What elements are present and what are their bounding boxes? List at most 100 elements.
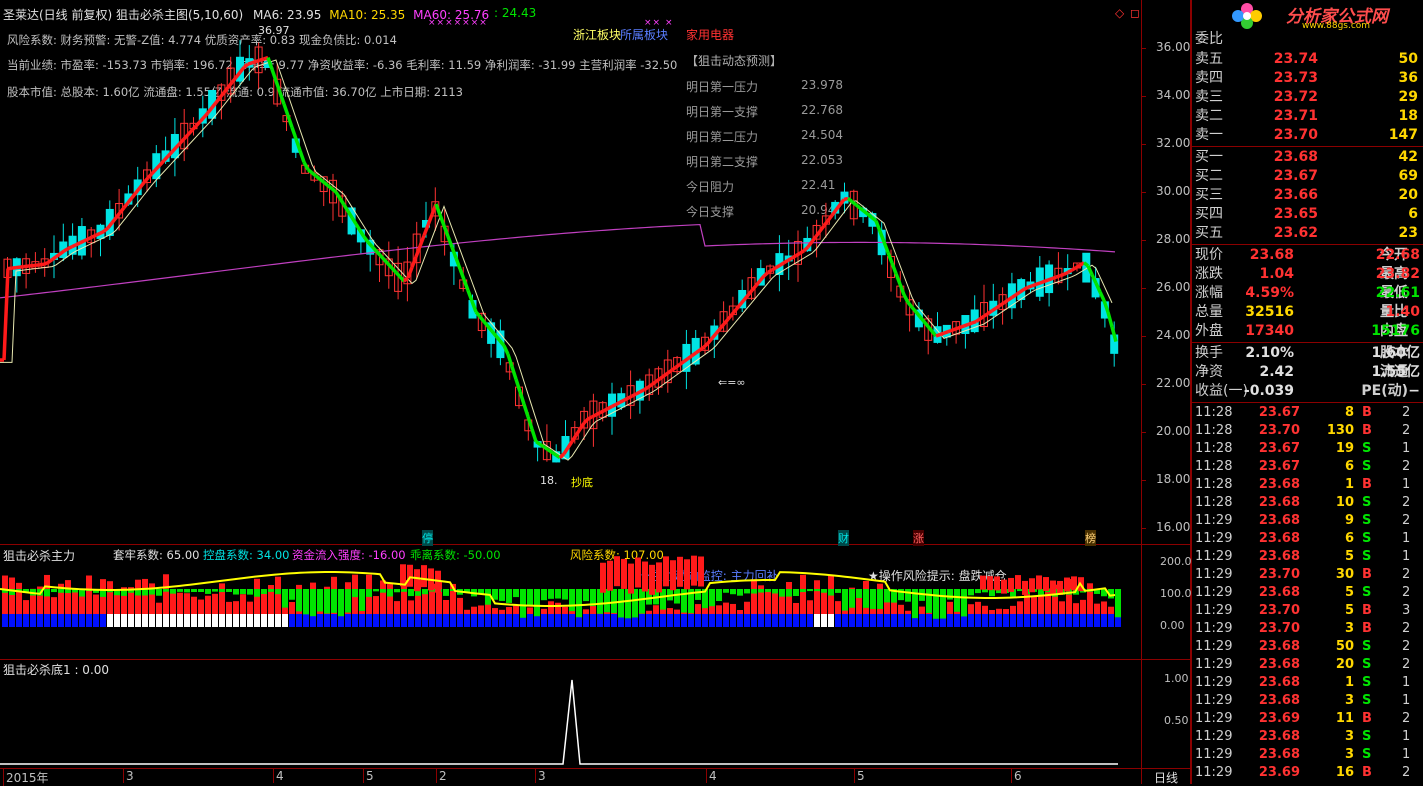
rank-tag[interactable]: 榜 [1085,530,1096,546]
tick-volume: 1 [1306,476,1354,494]
ask-row[interactable]: 卖四23.7336 [1192,69,1423,88]
tick-row[interactable]: 11:2923.6820S2 [1192,656,1423,674]
fundamental-value-2: − [1352,382,1420,401]
quote-row: 总量32516量比1.40 [1192,303,1423,322]
ma6-line-segment [436,204,440,215]
ma6-line-segment [736,305,740,310]
tick-row[interactable]: 11:2923.7030B2 [1192,566,1423,584]
tick-price: 23.69 [1242,764,1300,782]
histogram-green-bar [65,589,71,593]
histogram-red-bar [135,580,141,614]
finance-tag[interactable]: 财 [838,530,849,546]
histogram-red-bar [492,608,498,614]
ma6-line-segment [260,59,264,60]
tick-count: 2 [1402,458,1410,476]
bid-row[interactable]: 买二23.6769 [1192,167,1423,186]
tick-row[interactable]: 11:2923.705B3 [1192,602,1423,620]
bid-row[interactable]: 买三23.6620 [1192,186,1423,205]
period-label[interactable]: 日线 [1154,769,1178,786]
ma6-line-segment [508,354,512,366]
limit-up-tag[interactable]: 涨 [913,530,924,546]
histogram-green-bar [856,589,862,598]
tick-price: 23.68 [1242,548,1300,566]
ma6-line-segment [56,254,60,257]
ma6-line-segment [960,326,964,327]
tick-row[interactable]: 11:2823.681B1 [1192,476,1423,494]
histogram-blue-bar [331,614,337,627]
tick-row[interactable]: 11:2923.683S1 [1192,746,1423,764]
row-volume: 69 [1318,167,1418,186]
tick-price: 23.70 [1242,620,1300,638]
ask-row[interactable]: 卖三23.7229 [1192,88,1423,107]
tick-row[interactable]: 11:2923.6911B2 [1192,710,1423,728]
bid-row[interactable]: 买五23.6223 [1192,224,1423,243]
histogram-green-bar [765,589,771,592]
tick-row[interactable]: 11:2923.689S2 [1192,512,1423,530]
tick-row[interactable]: 11:2923.6850S2 [1192,638,1423,656]
histogram-red-bar [443,600,449,614]
histogram-red-bar [905,611,911,614]
histogram-blue-bar [709,614,715,627]
ma6-line-segment [544,447,548,450]
histogram-green-bar [548,589,554,599]
tick-row[interactable]: 11:2823.6810S2 [1192,494,1423,512]
histogram-blue-bar [569,614,575,627]
tick-row[interactable]: 11:2823.6719S1 [1192,440,1423,458]
tick-volume: 3 [1306,728,1354,746]
ma6-line-segment [320,179,324,182]
histogram-red-bar [821,590,827,614]
tick-row[interactable]: 11:2923.703B2 [1192,620,1423,638]
ma6-line-segment [668,370,672,373]
tick-row[interactable]: 11:2923.681S1 [1192,674,1423,692]
tick-row[interactable]: 11:2923.685S2 [1192,584,1423,602]
tick-price: 23.68 [1242,656,1300,674]
tick-time: 11:29 [1195,656,1232,674]
tick-row[interactable]: 11:2923.683S1 [1192,728,1423,746]
kline-chart-area[interactable]: 圣莱达(日线 前复权) 狙击必杀主图(5,10,60) MA6: 23.95 M… [0,0,1190,784]
tick-row[interactable]: 11:2823.676S2 [1192,458,1423,476]
histogram-spike-bar [1001,580,1007,594]
bid-row[interactable]: 买四23.656 [1192,205,1423,224]
ask-row[interactable]: 卖五23.7450 [1192,50,1423,69]
histogram-red-bar [1101,601,1107,614]
price-tick-label: 16.00 [1156,520,1190,534]
histogram-green-bar [44,589,50,596]
histogram-blue-bar [835,614,841,627]
ma6-line-segment [676,364,680,367]
row-price: 23.74 [1252,50,1318,69]
histogram-green-bar [163,589,169,592]
fundamental-value: 2.10% [1232,344,1294,363]
tick-count: 2 [1402,422,1410,440]
histogram-green-bar [233,589,239,595]
ma6-line-segment [524,404,528,416]
histogram-red-bar [79,595,85,614]
tick-row[interactable]: 11:2923.685S1 [1192,548,1423,566]
quote-row: 外盘17340内盘15176 [1192,322,1423,341]
suspend-tag[interactable]: 停 [422,530,433,546]
histogram-spike-bar [987,576,993,590]
tick-row[interactable]: 11:2823.678B2 [1192,404,1423,422]
tick-time: 11:29 [1195,692,1232,710]
histogram-green-bar [324,589,330,614]
tick-row[interactable]: 11:2923.6916B2 [1192,764,1423,782]
ma6-line-segment [64,249,68,251]
tick-row[interactable]: 11:2923.683S1 [1192,692,1423,710]
row-volume: 6 [1318,205,1418,224]
ma6-line-segment [120,208,124,213]
ma6-line-segment [788,258,792,260]
ma6-line-segment [68,247,72,249]
histogram-blue-bar [478,614,484,627]
bid-row[interactable]: 买一23.6842 [1192,148,1423,167]
ask-row[interactable]: 卖二23.7118 [1192,107,1423,126]
tick-row[interactable]: 11:2823.70130B2 [1192,422,1423,440]
histogram-blue-bar [1031,614,1037,627]
quote-label: 总量 [1195,303,1223,322]
histogram-red-bar [261,592,267,614]
row-label: 买二 [1195,167,1223,186]
ma6-line-segment [600,411,604,413]
tick-row[interactable]: 11:2923.686S1 [1192,530,1423,548]
histogram-green-bar [674,589,680,604]
histogram-green-bar [303,589,309,614]
ask-row[interactable]: 卖一23.70147 [1192,126,1423,145]
histogram-red-bar [387,584,393,614]
